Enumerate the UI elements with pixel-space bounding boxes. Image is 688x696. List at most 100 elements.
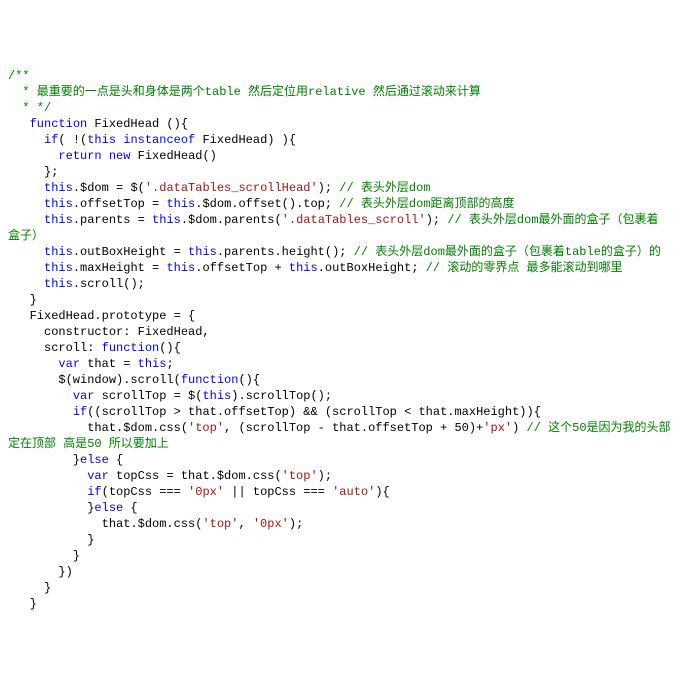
code-block: /** * 最重要的一点是头和身体是两个table 然后定位用relative … xyxy=(8,68,680,612)
code-token: } xyxy=(8,597,37,611)
code-token: this xyxy=(44,261,73,275)
code-token xyxy=(8,485,87,499)
code-token xyxy=(8,181,44,195)
code-token: * */ xyxy=(8,101,51,115)
code-token: scroll: xyxy=(8,341,102,355)
code-token xyxy=(8,245,44,259)
code-line: } xyxy=(8,533,94,547)
code-token xyxy=(102,149,109,163)
code-token: (topCss === xyxy=(102,485,188,499)
code-token: if xyxy=(73,405,87,419)
code-token: 'auto' xyxy=(332,485,375,499)
code-token: , (scrollTop - that.offsetTop + 50)+ xyxy=(224,421,483,435)
code-line: function FixedHead (){ xyxy=(8,117,188,131)
code-token: scrollTop = $( xyxy=(94,389,202,403)
code-line: } xyxy=(8,293,37,307)
code-token: ) xyxy=(512,421,526,435)
code-line: this.scroll(); xyxy=(8,277,145,291)
code-token: '.dataTables_scrollHead' xyxy=(145,181,318,195)
code-token: function xyxy=(30,117,88,131)
code-token: this xyxy=(44,213,73,227)
code-token: ).scrollTop(); xyxy=(231,389,332,403)
code-token: // 这个50是因为我的头部 xyxy=(527,421,671,435)
code-token: .maxHeight = xyxy=(73,261,167,275)
code-token: .parents = xyxy=(73,213,152,227)
code-token: var xyxy=(73,389,95,403)
code-token: return xyxy=(58,149,101,163)
code-token xyxy=(8,469,87,483)
code-line: var scrollTop = $(this).scrollTop(); xyxy=(8,389,332,403)
code-line: }else { xyxy=(8,453,123,467)
code-token: ){ xyxy=(375,485,389,499)
code-line: if(topCss === '0px' || topCss === 'auto'… xyxy=(8,485,390,499)
code-token: } xyxy=(8,453,80,467)
code-line: that.$dom.css('top', (scrollTop - that.o… xyxy=(8,421,671,435)
code-token: }; xyxy=(8,165,58,179)
code-token: * 最重要的一点是头和身体是两个table 然后定位用relative 然后通过… xyxy=(8,85,481,99)
code-line: constructor: FixedHead, xyxy=(8,325,210,339)
code-line: * */ xyxy=(8,101,51,115)
code-token: new xyxy=(109,149,131,163)
code-token: FixedHead) ){ xyxy=(195,133,296,147)
code-token: $(window).scroll( xyxy=(8,373,181,387)
code-token: } xyxy=(8,501,94,515)
code-token: FixedHead.prototype = { xyxy=(8,309,195,323)
code-token: this xyxy=(87,133,116,147)
code-token: constructor: FixedHead, xyxy=(8,325,210,339)
code-token: 'top' xyxy=(282,469,318,483)
code-line: * 最重要的一点是头和身体是两个table 然后定位用relative 然后通过… xyxy=(8,85,481,99)
code-line: return new FixedHead() xyxy=(8,149,217,163)
code-token: that.$dom.css( xyxy=(8,421,188,435)
code-token: 'top' xyxy=(202,517,238,531)
code-token: FixedHead (){ xyxy=(87,117,188,131)
code-line: $(window).scroll(function(){ xyxy=(8,373,260,387)
code-line: that.$dom.css('top', '0px'); xyxy=(8,517,303,531)
code-token: that = xyxy=(80,357,138,371)
code-token: if xyxy=(44,133,58,147)
code-token: 定在顶部 高是50 所以要加上 xyxy=(8,437,169,451)
code-token: FixedHead() xyxy=(130,149,216,163)
code-line: this.outBoxHeight = this.parents.height(… xyxy=(8,245,661,259)
code-token: // 表头外层dom最外面的盒子（包裹着table的盒子）的 xyxy=(354,245,661,259)
code-token: { xyxy=(123,501,137,515)
code-line: 定在顶部 高是50 所以要加上 xyxy=(8,437,169,451)
code-token: ; xyxy=(166,357,173,371)
code-token: else xyxy=(80,453,109,467)
code-token: } xyxy=(8,581,51,595)
code-token: this xyxy=(188,245,217,259)
code-token: function xyxy=(102,341,160,355)
code-token: this xyxy=(152,213,181,227)
code-token xyxy=(8,213,44,227)
code-token: (){ xyxy=(159,341,181,355)
code-token: topCss = that.$dom.css( xyxy=(109,469,282,483)
code-token: ); xyxy=(289,517,303,531)
code-token xyxy=(8,149,58,163)
code-token: } xyxy=(8,549,80,563)
code-token: '0px' xyxy=(188,485,224,499)
code-line: FixedHead.prototype = { xyxy=(8,309,195,323)
code-token: .$dom = $( xyxy=(73,181,145,195)
code-token: .offsetTop + xyxy=(195,261,289,275)
code-token: else xyxy=(94,501,123,515)
code-token: .parents.height(); xyxy=(217,245,354,259)
code-token: 盒子） xyxy=(8,229,44,243)
code-line: var that = this; xyxy=(8,357,174,371)
code-line: if((scrollTop > that.offsetTop) && (scro… xyxy=(8,405,541,419)
code-token: ); xyxy=(318,181,340,195)
code-line: /** xyxy=(8,69,30,83)
code-line: } xyxy=(8,581,51,595)
code-token: .offsetTop = xyxy=(73,197,167,211)
code-token xyxy=(8,357,58,371)
code-token xyxy=(8,261,44,275)
code-token xyxy=(8,405,73,419)
code-token: .$dom.parents( xyxy=(181,213,282,227)
code-token: || topCss === xyxy=(224,485,332,499)
code-token: ); xyxy=(318,469,332,483)
code-token: /** xyxy=(8,69,30,83)
code-token: ( !( xyxy=(58,133,87,147)
code-token: ); xyxy=(426,213,448,227)
code-token: var xyxy=(58,357,80,371)
code-token: }) xyxy=(8,565,73,579)
code-line: this.offsetTop = this.$dom.offset().top;… xyxy=(8,197,515,211)
code-token: this xyxy=(44,245,73,259)
